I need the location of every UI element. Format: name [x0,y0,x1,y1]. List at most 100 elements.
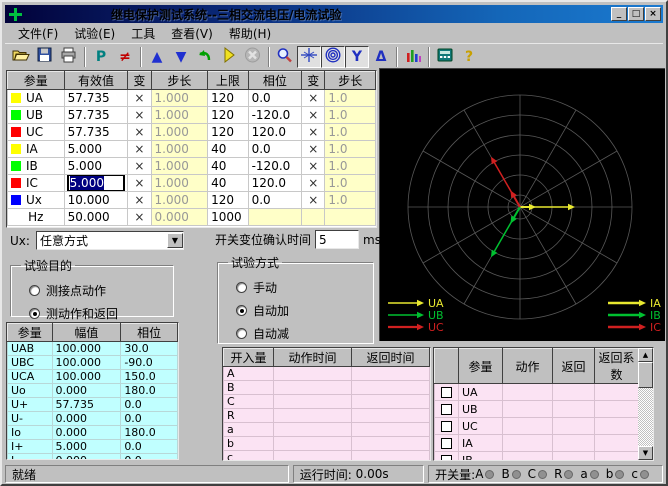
limit-cell[interactable]: 120 [208,107,248,124]
step-cell[interactable]: 1.000 [151,158,208,175]
save-button[interactable] [33,46,57,68]
variable-flag-cell[interactable]: × [128,124,151,141]
radio-icon[interactable] [29,308,40,319]
value-cell[interactable]: 5.000 [64,158,128,175]
value-cell[interactable]: 57.735 [64,107,128,124]
step-cell[interactable]: 1.0 [325,124,376,141]
start-button[interactable] [217,46,241,68]
variable-flag-cell[interactable]: × [302,107,325,124]
phase-cell[interactable]: 120.0 [248,124,302,141]
variable-flag-cell[interactable]: × [302,175,325,192]
decrease-button[interactable]: ▼ [169,46,193,68]
row-checkbox[interactable] [441,421,452,432]
chevron-down-icon[interactable]: ▼ [167,233,183,248]
phase-diff-button[interactable]: ≠ [113,46,137,68]
limit-cell[interactable]: 40 [208,141,248,158]
value-edit-input[interactable]: 5.000 [68,175,124,191]
variable-flag-cell[interactable]: × [302,192,325,209]
variable-flag-cell[interactable] [302,209,325,226]
calculator-button[interactable] [433,46,457,68]
test-mode-option[interactable]: 自动减 [236,325,365,342]
variable-flag-cell[interactable]: × [128,192,151,209]
variable-flag-cell[interactable]: × [302,158,325,175]
radio-icon[interactable] [236,305,247,316]
value-cell[interactable]: 50.000 [64,209,128,226]
vertical-scrollbar[interactable]: ▲ ▼ [638,348,653,460]
step-cell[interactable]: 0.000 [151,209,208,226]
variable-flag-cell[interactable]: × [128,158,151,175]
variable-flag-cell[interactable]: × [128,107,151,124]
phase-cell[interactable]: -120.0 [248,107,302,124]
variable-flag-cell[interactable]: × [302,124,325,141]
limit-cell[interactable]: 120 [208,124,248,141]
radio-icon[interactable] [236,328,247,339]
limit-cell[interactable]: 120 [208,90,248,107]
variable-flag-cell[interactable]: × [302,141,325,158]
step-cell[interactable]: 1.0 [325,107,376,124]
value-cell[interactable]: 5.000 [64,175,128,192]
step-cell[interactable]: 1.0 [325,158,376,175]
phase-cell[interactable]: 120.0 [248,175,302,192]
variable-flag-cell[interactable]: × [302,90,325,107]
phase-cell[interactable]: 0.0 [248,141,302,158]
confirm-time-input[interactable] [315,230,359,249]
limit-cell[interactable]: 40 [208,175,248,192]
phase-cell[interactable]: 0.0 [248,192,302,209]
radio-icon[interactable] [236,282,247,293]
step-cell[interactable]: 1.000 [151,107,208,124]
zoom-button[interactable] [273,46,297,68]
step-cell[interactable] [325,209,376,226]
phase-cell[interactable] [248,209,302,226]
open-button[interactable] [9,46,33,68]
phase-cell[interactable]: 0.0 [248,90,302,107]
axes-button[interactable] [297,46,321,68]
step-cell[interactable]: 1.0 [325,141,376,158]
undo-button[interactable] [193,46,217,68]
step-cell[interactable]: 1.000 [151,141,208,158]
maximize-button[interactable]: □ [628,7,644,21]
print-button[interactable] [57,46,81,68]
step-cell[interactable]: 1.0 [325,90,376,107]
delta-button[interactable]: Δ [369,46,393,68]
menu-file[interactable]: 文件(F) [11,23,65,44]
test-mode-option[interactable]: 手动 [236,279,365,296]
circles-button[interactable] [321,46,345,68]
scroll-thumb[interactable] [638,362,653,388]
close-button[interactable]: × [645,7,661,21]
menu-tools[interactable]: 工具 [124,23,162,44]
limit-cell[interactable]: 120 [208,192,248,209]
row-checkbox[interactable] [441,438,452,449]
value-cell[interactable]: 57.735 [64,90,128,107]
step-cell[interactable]: 1.0 [325,175,376,192]
menu-test[interactable]: 试验(E) [67,23,122,44]
variable-flag-cell[interactable]: × [128,90,151,107]
step-cell[interactable]: 1.000 [151,192,208,209]
phase-cell[interactable]: -120.0 [248,158,302,175]
p-marker-button[interactable]: P [89,46,113,68]
value-cell[interactable]: 57.735 [64,124,128,141]
value-cell[interactable]: 10.000 [64,192,128,209]
variable-flag-cell[interactable]: × [128,141,151,158]
variable-flag-cell[interactable]: × [128,175,151,192]
test-purpose-option[interactable]: 测动作和返回 [29,305,165,322]
variable-flag-cell[interactable]: × [128,209,151,226]
ux-mode-combobox[interactable]: 任意方式 ▼ [36,231,184,250]
step-cell[interactable]: 1.0 [325,192,376,209]
row-checkbox[interactable] [441,387,452,398]
step-cell[interactable]: 1.000 [151,90,208,107]
bar-chart-button[interactable] [401,46,425,68]
scroll-down-icon[interactable]: ▼ [638,446,653,460]
menu-help[interactable]: 帮助(H) [222,23,278,44]
increase-button[interactable]: ▲ [145,46,169,68]
test-mode-option[interactable]: 自动加 [236,302,365,319]
test-purpose-option[interactable]: 测接点动作 [29,282,165,299]
limit-cell[interactable]: 40 [208,158,248,175]
row-checkbox[interactable] [441,455,452,461]
radio-icon[interactable] [29,285,40,296]
value-cell[interactable]: 5.000 [64,141,128,158]
scroll-up-icon[interactable]: ▲ [638,348,653,362]
step-cell[interactable]: 1.000 [151,175,208,192]
limit-cell[interactable]: 1000 [208,209,248,226]
wye-button[interactable]: Y [345,46,369,68]
menu-view[interactable]: 查看(V) [164,23,220,44]
